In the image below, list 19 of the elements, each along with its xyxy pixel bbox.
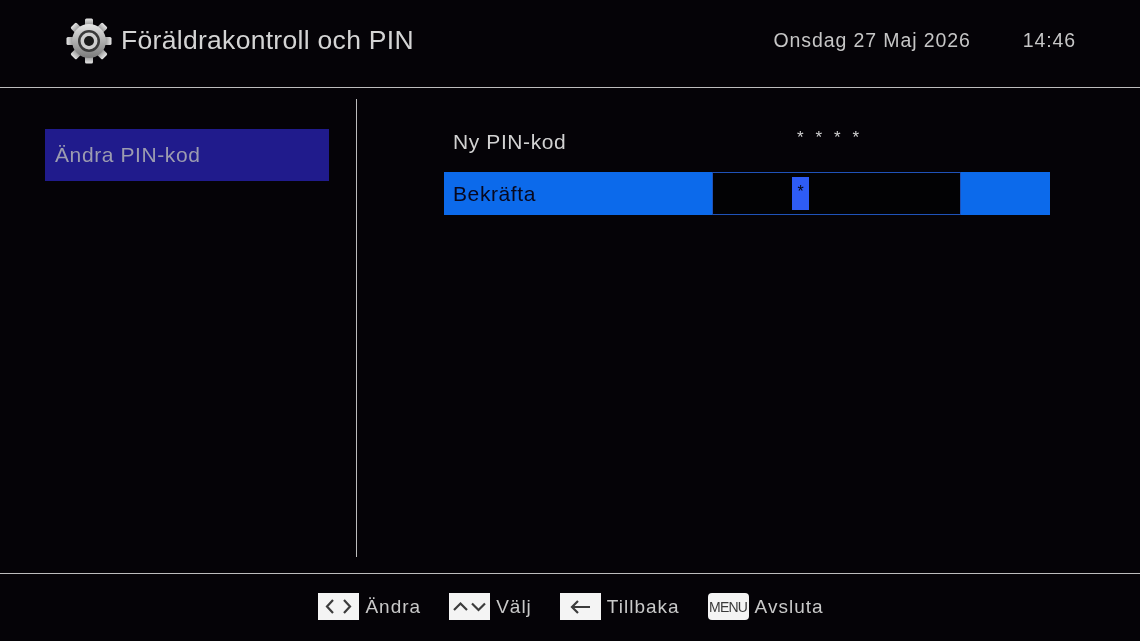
hint-label: Välj: [496, 595, 532, 618]
gear-icon: [66, 17, 112, 64]
hint-label: Avsluta: [754, 595, 824, 618]
clock-text: 14:46: [1022, 29, 1076, 52]
screen-title: Föräldrakontroll och PIN: [121, 25, 414, 56]
left-right-key-icon: [318, 593, 360, 620]
form-row[interactable]: Bekräfta *: [444, 172, 1050, 215]
hint-label: Ändra: [365, 595, 422, 618]
menu-keycap: MENU: [707, 593, 749, 620]
menu-item[interactable]: Ändra PIN-kod: [45, 129, 329, 181]
masked-pin-text: * * * *: [797, 128, 863, 148]
cursor-character: *: [792, 177, 809, 210]
up-down-key-icon: [449, 593, 491, 620]
hint-label: Tillbaka: [606, 595, 680, 618]
field-label[interactable]: Ny PIN-kod: [453, 129, 567, 154]
date-text: Onsdag 27 Maj 2026: [773, 29, 971, 52]
pin-input-field[interactable]: *: [712, 172, 961, 215]
field-label: Bekräfta: [453, 181, 536, 206]
left-arrow-key-icon: [559, 593, 601, 620]
